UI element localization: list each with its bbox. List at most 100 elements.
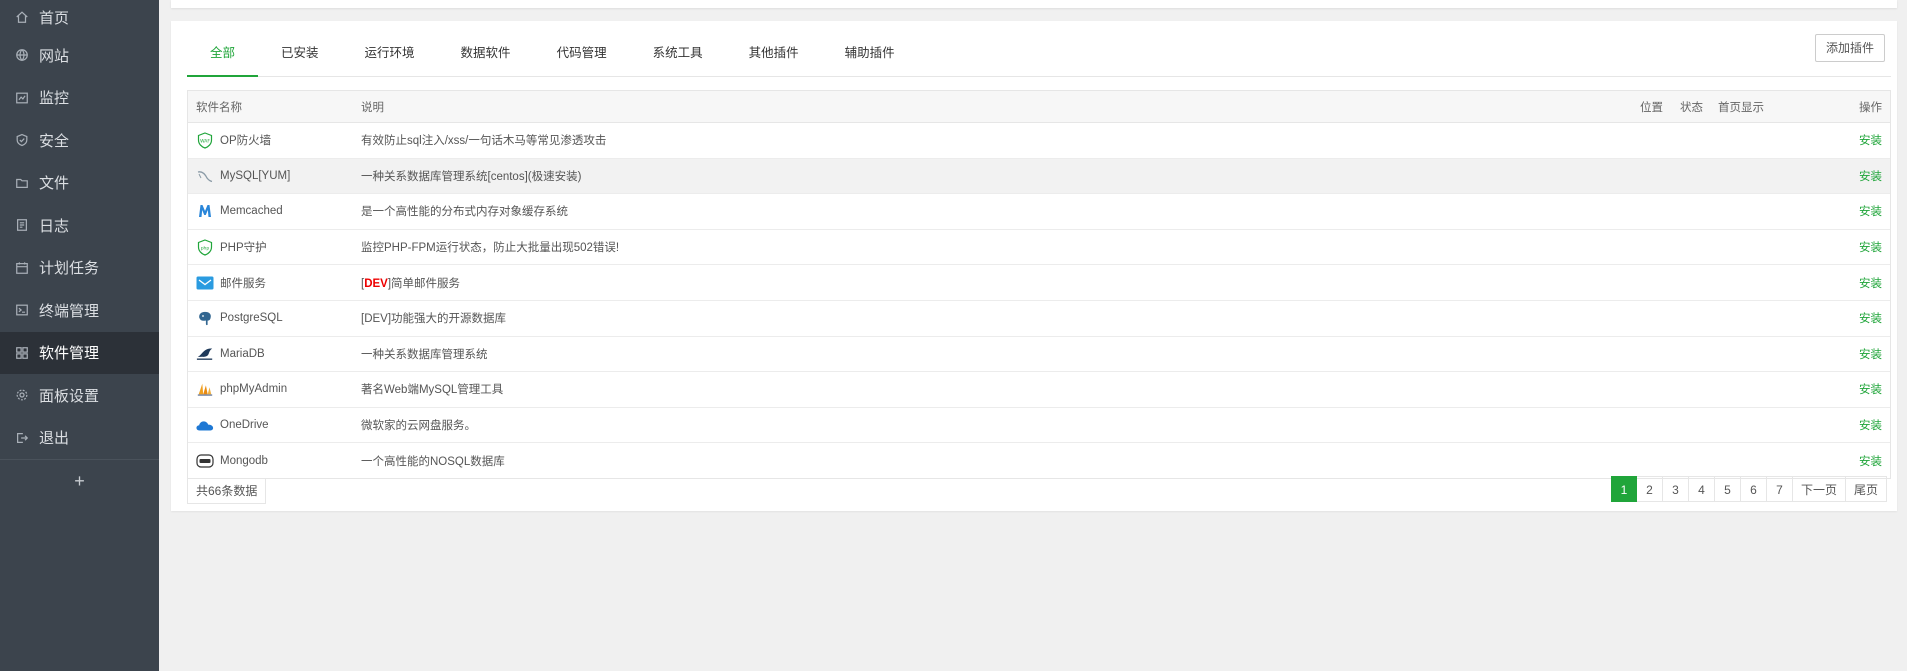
sidebar-item-cron[interactable]: 计划任务 [0,247,159,290]
sidebar-item-label: 计划任务 [39,260,100,278]
svg-text:php: php [201,245,210,251]
install-link[interactable]: 安装 [1859,384,1882,396]
software-name: OP防火墙 [220,135,272,148]
tab-database[interactable]: 数据软件 [438,34,534,76]
sidebar-item-label: 首页 [39,9,70,27]
software-desc: 一种关系数据库管理系统 [361,348,488,361]
header-op: 操作 [1859,101,1882,114]
table-row: WAF OP防火墙 有效防止sql注入/xss/一句话木马等常见渗透攻击 安装 [188,123,1890,159]
sidebar-item-logout[interactable]: 退出 [0,417,159,460]
header-status: 状态 [1680,101,1703,114]
postgresql-icon [196,309,214,327]
mongodb-icon [196,452,214,470]
header-name[interactable]: 软件名称 [188,99,361,115]
install-link[interactable]: 安装 [1859,278,1882,290]
pagination: 1 2 3 4 5 6 7 下一页 尾页 [1610,476,1887,502]
mariadb-icon [196,345,214,363]
page-3[interactable]: 3 [1662,476,1689,502]
table-row: Mongodb 一个高性能的NOSQL数据库 安装 [188,443,1890,478]
sidebar-item-terminal[interactable]: 终端管理 [0,289,159,332]
table-row: php PHP守护 监控PHP-FPM运行状态，防止大批量出现502错误! 安装 [188,230,1890,266]
install-link[interactable]: 安装 [1859,135,1882,147]
table-row: MariaDB 一种关系数据库管理系统 安装 [188,337,1890,373]
next-page-button[interactable]: 下一页 [1792,476,1846,502]
sidebar-item-label: 面板设置 [39,387,100,405]
page-2[interactable]: 2 [1636,476,1663,502]
tab-other-plugins[interactable]: 其他插件 [726,34,822,76]
software-desc: 是一个高性能的分布式内存对象缓存系统 [361,206,568,219]
software-name: phpMyAdmin [220,383,288,396]
php-shield-icon: php [196,238,214,256]
install-link[interactable]: 安装 [1859,313,1882,325]
sidebar-item-home[interactable]: 首页 [0,0,159,34]
log-icon [14,217,30,233]
table-header: 软件名称 说明 位置 状态 首页显示 操作 [188,91,1890,123]
phpmyadmin-icon [196,380,214,398]
sidebar-item-label: 软件管理 [39,345,100,363]
sidebar-item-website[interactable]: 网站 [0,34,159,77]
software-desc: 监控PHP-FPM运行状态，防止大批量出现502错误! [361,242,620,255]
software-desc: 微软家的云网盘服务。 [361,420,476,433]
total-count: 共66条数据 [187,478,267,504]
software-name: MySQL[YUM] [220,169,291,182]
sidebar-item-label: 监控 [39,90,70,108]
install-link[interactable]: 安装 [1859,420,1882,432]
tab-installed[interactable]: 已安装 [258,34,342,76]
sidebar-item-files[interactable]: 文件 [0,162,159,205]
sidebar-item-label: 网站 [39,47,70,65]
sidebar-item-logs[interactable]: 日志 [0,204,159,247]
software-name: MariaDB [220,347,265,360]
sidebar-item-label: 终端管理 [39,302,100,320]
install-link[interactable]: 安装 [1859,206,1882,218]
mysql-icon [196,167,214,185]
table-row: 邮件服务 [DEV]简单邮件服务 安装 [188,265,1890,301]
tab-aux-plugins[interactable]: 辅助插件 [822,34,918,76]
sidebar-item-settings[interactable]: 面板设置 [0,374,159,417]
home-icon [14,9,30,25]
globe-icon [14,47,30,63]
install-link[interactable]: 安装 [1859,456,1882,468]
mail-icon [196,274,214,292]
sidebar-item-security[interactable]: 安全 [0,119,159,162]
software-name: OneDrive [220,419,269,432]
table-row: OneDrive 微软家的云网盘服务。 安装 [188,408,1890,444]
page-5[interactable]: 5 [1714,476,1741,502]
waf-shield-icon: WAF [196,131,214,149]
sidebar-item-label: 安全 [39,132,70,150]
tab-system-tools[interactable]: 系统工具 [630,34,726,76]
page-6[interactable]: 6 [1740,476,1767,502]
category-tabs: 全部 已安装 运行环境 数据软件 代码管理 系统工具 其他插件 辅助插件 [187,34,1891,77]
sidebar-item-software[interactable]: 软件管理 [0,331,159,374]
page-1[interactable]: 1 [1610,476,1637,502]
software-name: Memcached [220,205,283,218]
table-row: phpMyAdmin 著名Web端MySQL管理工具 安装 [188,372,1890,408]
onedrive-icon [196,416,214,434]
tab-all[interactable]: 全部 [187,34,259,77]
install-link[interactable]: 安装 [1859,242,1882,254]
svg-text:WAF: WAF [200,138,210,144]
install-link[interactable]: 安装 [1859,349,1882,361]
install-link[interactable]: 安装 [1859,171,1882,183]
folder-icon [14,175,30,191]
terminal-icon [14,302,30,318]
tab-runtime[interactable]: 运行环境 [342,34,438,76]
software-desc: [DEV]功能强大的开源数据库 [361,313,507,326]
apps-icon [14,345,30,361]
table-row: MySQL[YUM] 一种关系数据库管理系统[centos](极速安装) 安装 [188,158,1890,195]
software-name: PostgreSQL [220,312,283,325]
page-4[interactable]: 4 [1688,476,1715,502]
sidebar-item-label: 文件 [39,175,70,193]
sidebar-item-monitor[interactable]: 监控 [0,77,159,120]
software-name: PHP守护 [220,242,267,255]
header-home-display: 首页显示 [1718,101,1764,114]
software-desc: 一种关系数据库管理系统[centos](极速安装) [361,170,582,183]
last-page-button[interactable]: 尾页 [1845,476,1887,502]
sidebar: 首页 网站 监控 安全 文件 日志 计划任务 终端管理 软件管理 面板设置 退出… [0,0,159,671]
calendar-icon [14,260,30,276]
add-plugin-button[interactable]: 添加插件 [1814,34,1885,62]
header-desc: 说明 [361,101,384,114]
sidebar-add-button[interactable]: + [0,460,159,502]
tab-code[interactable]: 代码管理 [534,34,630,76]
software-panel: 全部 已安装 运行环境 数据软件 代码管理 系统工具 其他插件 辅助插件 添加插… [171,21,1897,511]
page-7[interactable]: 7 [1766,476,1793,502]
